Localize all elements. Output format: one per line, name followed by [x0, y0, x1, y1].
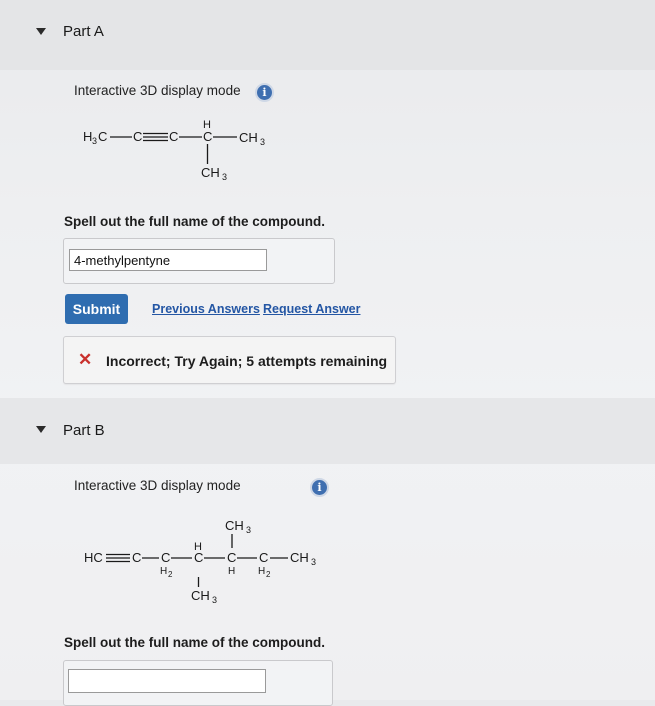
part-b-info-icon[interactable]: [310, 478, 329, 497]
mol-b-h2a: H: [160, 566, 167, 577]
mol-b-h2b: H: [258, 566, 265, 577]
part-a-previous-answers-link[interactable]: Previous Answers: [152, 302, 260, 316]
mol-b-h2b-sub: 2: [266, 570, 271, 579]
mol-b-c1: C: [132, 550, 141, 565]
part-b-answer-input[interactable]: [68, 669, 266, 693]
part-a-molecule-structure[interactable]: H 3 C C C H C CH 3 CH 3: [80, 112, 290, 187]
part-a-feedback-box: ✕ Incorrect; Try Again; 5 attempts remai…: [63, 336, 396, 384]
part-a-feedback-text: Incorrect; Try Again; 5 attempts remaini…: [106, 353, 388, 369]
mol-a-ch3-down-sub: 3: [222, 172, 227, 182]
mol-b-c4: C: [227, 550, 236, 565]
part-b-collapse-icon[interactable]: [36, 426, 46, 433]
error-x-icon: ✕: [78, 350, 93, 369]
part-a-info-icon[interactable]: [255, 83, 274, 102]
part-a-prompt: Spell out the full name of the compound.: [64, 214, 325, 229]
mol-b-hc: HC: [84, 550, 103, 565]
mol-b-ch3-right-sub: 3: [311, 557, 316, 567]
mol-b-c2: C: [161, 550, 170, 565]
part-b-answer-box: [63, 660, 333, 706]
mol-b-h-bottom: H: [228, 566, 235, 577]
part-a-title[interactable]: Part A: [63, 23, 104, 40]
mol-b-ch3-down: CH: [191, 588, 210, 603]
part-b-molecule-structure[interactable]: HC C C H 2 H C CH 3 C H C H 2 CH 3 CH 3: [84, 510, 324, 610]
mol-a-h3c-c: C: [98, 129, 107, 144]
part-a-submit-button[interactable]: Submit: [65, 294, 128, 324]
mol-a-c3: C: [203, 129, 212, 144]
part-a-answer-box: [63, 238, 335, 284]
mol-b-c5: C: [259, 550, 268, 565]
mol-a-c1: C: [133, 129, 142, 144]
part-a-collapse-icon[interactable]: [36, 28, 46, 35]
mol-a-ch3-right-sub: 3: [260, 137, 265, 147]
mol-a-h3c-sub: 3: [92, 136, 97, 146]
mol-b-h2a-sub: 2: [168, 570, 173, 579]
part-a-display-mode-label: Interactive 3D display mode: [74, 83, 241, 98]
mol-b-ch3-down-sub: 3: [212, 595, 217, 605]
mol-a-ch3-down: CH: [201, 165, 220, 180]
mol-a-h3c-h: H: [83, 129, 92, 144]
mol-b-ch3-right: CH: [290, 550, 309, 565]
part-a-request-answer-link[interactable]: Request Answer: [263, 302, 360, 316]
part-b-prompt: Spell out the full name of the compound.: [64, 635, 325, 650]
mol-b-c3: C: [194, 550, 203, 565]
mol-a-ch3-right: CH: [239, 130, 258, 145]
mol-b-ch3-top-sub: 3: [246, 525, 251, 535]
part-a-answer-input[interactable]: [69, 249, 267, 271]
part-b-display-mode-label: Interactive 3D display mode: [74, 478, 241, 493]
mol-a-c2: C: [169, 129, 178, 144]
part-b-title[interactable]: Part B: [63, 422, 105, 439]
mol-b-ch3-top: CH: [225, 518, 244, 533]
